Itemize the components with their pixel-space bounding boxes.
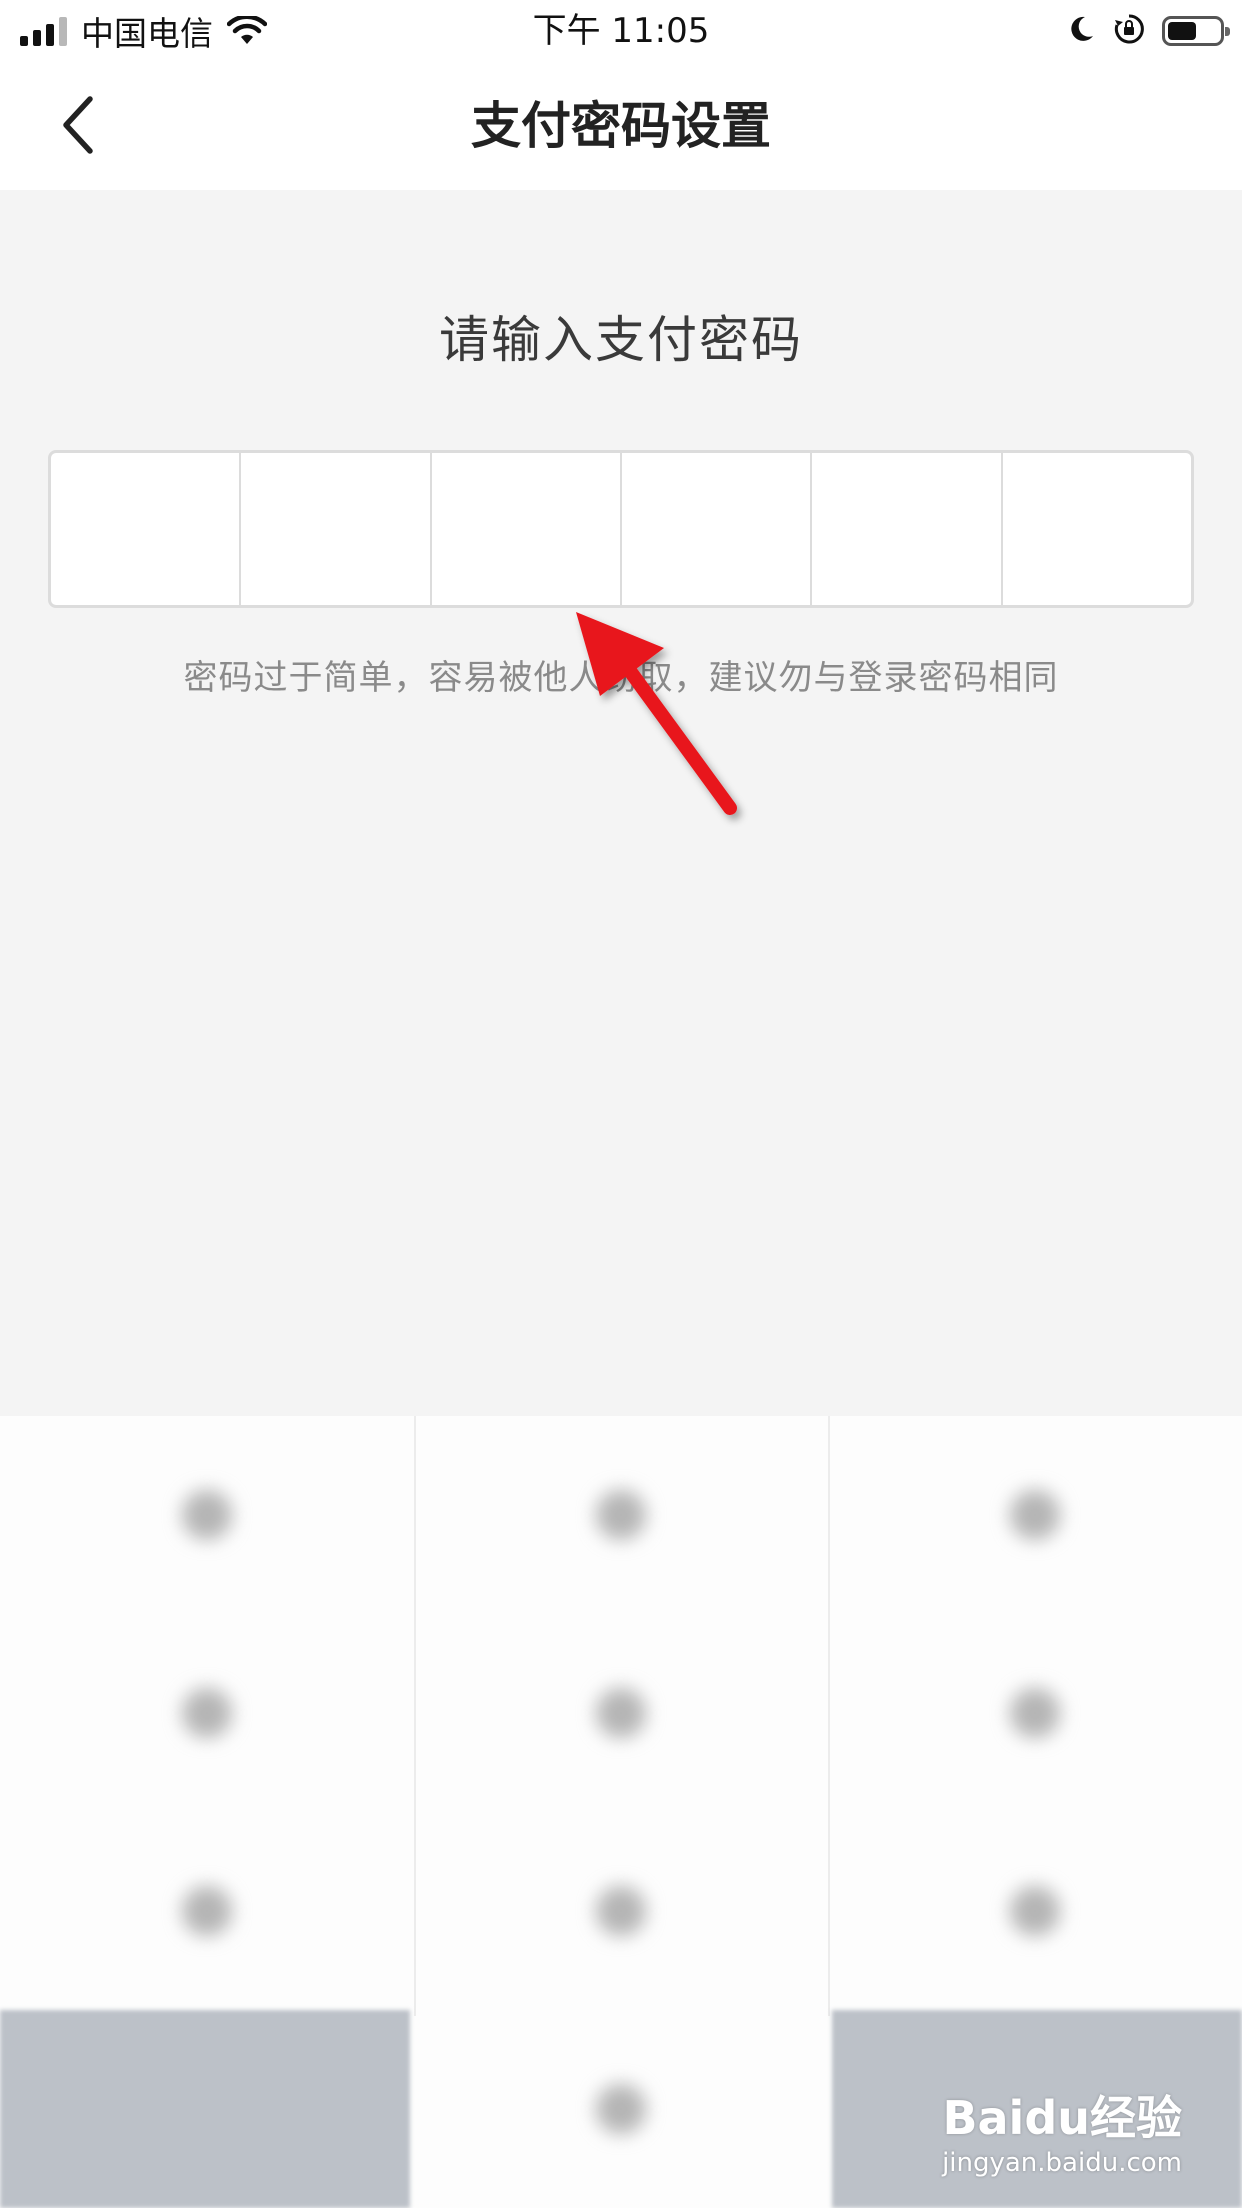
keypad-func-key-left[interactable]	[0, 2010, 410, 2208]
pin-digit-1[interactable]	[51, 453, 242, 605]
keypad-key[interactable]	[828, 1416, 1242, 1614]
pin-digit-6[interactable]	[1003, 453, 1191, 605]
keypad-key[interactable]	[0, 1812, 414, 2010]
pin-digit-2[interactable]	[241, 453, 432, 605]
pin-digit-3[interactable]	[432, 453, 622, 605]
keypad-key[interactable]	[0, 1614, 414, 1812]
watermark: Baidu经验 jingyan.baidu.com	[942, 2082, 1182, 2178]
moon-icon	[1066, 14, 1096, 48]
page-title: 支付密码设置	[471, 97, 771, 155]
pin-digit-5[interactable]	[812, 453, 1003, 605]
watermark-logo: Baidu经验	[942, 2091, 1182, 2145]
status-bar: 中国电信 下午 11:05	[0, 0, 1242, 62]
keypad-key[interactable]	[828, 1812, 1242, 2010]
keypad-key-zero[interactable]	[414, 2010, 828, 2208]
keypad-key[interactable]	[828, 1614, 1242, 1812]
rotation-lock-icon	[1112, 12, 1146, 50]
status-right	[1066, 10, 1230, 52]
watermark-url: jingyan.baidu.com	[942, 2148, 1182, 2178]
pin-input[interactable]	[48, 450, 1194, 608]
nav-bar: 支付密码设置	[0, 62, 1242, 190]
pin-digit-4[interactable]	[622, 453, 813, 605]
annotation-arrow-icon	[576, 612, 737, 815]
status-time: 下午 11:05	[532, 11, 710, 51]
keypad-key[interactable]	[414, 1812, 828, 2010]
battery-icon	[1162, 16, 1230, 46]
keypad-key[interactable]	[414, 1416, 828, 1614]
password-prompt: 请输入支付密码	[439, 311, 803, 369]
keypad-key[interactable]	[0, 1416, 414, 1614]
keypad-key[interactable]	[414, 1614, 828, 1812]
